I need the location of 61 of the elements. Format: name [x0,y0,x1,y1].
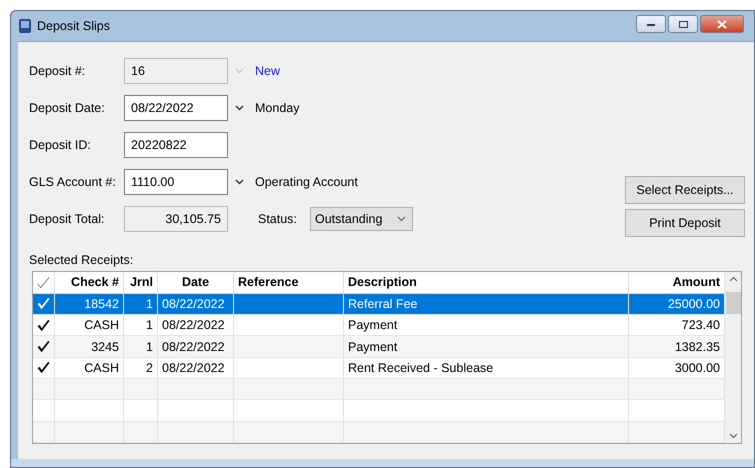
field-label: GLS Account #: [29,175,117,189]
table-cell: 08/22/2022 [158,315,234,336]
action-button[interactable]: Select Receipts... [625,176,745,204]
table-cell: Rent Received - Sublease [344,358,629,378]
minimize-button[interactable] [636,15,666,33]
table-cell: 1 [124,315,158,336]
checkmark-icon [37,361,50,374]
table-row[interactable]: CASH 2 08/22/2022 Rent Received - Sublease 3000.00 [33,358,725,380]
table-row[interactable]: 18542 1 08/22/2022 Referral Fee 25000.00 [33,294,725,316]
table-cell: 08/22/2022 [158,294,234,314]
field-label: Deposit Total: [29,212,106,226]
table-cell: 3245 [55,336,124,357]
table-cell: 08/22/2022 [158,358,234,378]
column-header[interactable]: Check # [55,272,124,293]
chevron-down-icon[interactable] [235,105,244,111]
column-header[interactable]: Jrnl [124,272,158,293]
section-label: Selected Receipts: [29,253,134,267]
checkmark-icon [37,318,50,332]
action-button[interactable]: Print Deposit [625,209,745,237]
checkmark-icon [37,340,50,354]
minimize-icon [647,22,655,26]
checkmark-icon [37,276,50,289]
close-icon [717,20,727,28]
table-cell: Referral Fee [344,294,629,314]
column-header[interactable]: Reference [234,272,344,293]
status-dropdown[interactable]: Outstanding [310,207,413,231]
table-cell: CASH [55,358,124,378]
maximize-button[interactable] [668,15,698,33]
table-row[interactable]: CASH 1 08/22/2022 Payment 723.40 [33,315,725,336]
table-cell: Payment [344,336,629,357]
maximize-icon [678,20,688,28]
column-header[interactable]: Description [344,272,629,293]
table-cell: 08/22/2022 [158,336,234,357]
account-field[interactable]: 1110.00 [124,169,228,195]
weekday-text: Monday [255,101,300,115]
field-label: Deposit Date: [29,101,106,115]
scroll-down-icon[interactable] [728,433,738,439]
window-title: Deposit Slips [37,19,110,33]
deposit-total-field[interactable]: 30,105.75 [124,206,228,232]
chevron-down-icon [397,216,406,222]
account-name-text: Operating Account [255,175,358,189]
close-button[interactable] [700,15,744,33]
scroll-up-icon[interactable] [728,276,738,282]
app-icon [18,18,32,34]
chevron-down-icon[interactable] [235,179,244,185]
table-cell: Payment [344,315,629,336]
table-cell: 2 [124,358,158,378]
scroll-thumb[interactable] [726,292,741,314]
field-label: Deposit #: [29,64,86,78]
table-cell: 18542 [55,294,124,314]
table-cell: 1 [124,336,158,357]
column-header[interactable]: Date [158,272,234,293]
table-row[interactable]: 3245 1 08/22/2022 Payment 1382.35 [33,336,725,358]
deposit-id-field[interactable]: 20220822 [124,132,228,158]
table-cell: 1 [124,294,158,314]
scrollbar[interactable] [725,272,741,443]
field-label: Deposit ID: [29,138,92,152]
checkmark-icon [37,297,50,310]
field-label: Status: [258,212,298,226]
deposit-date-field[interactable]: 08/22/2022 [124,95,228,121]
table-cell: CASH [55,315,124,336]
